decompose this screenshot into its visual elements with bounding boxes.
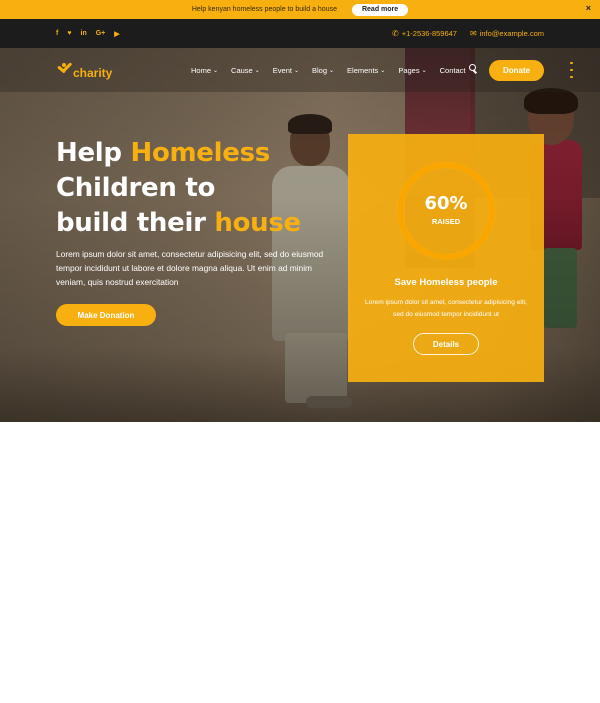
googleplus-icon[interactable]: G+ (96, 30, 106, 37)
chevron-down-icon: ⌄ (421, 67, 427, 74)
nav-item-label: Pages (398, 65, 420, 75)
logo-text: charity (73, 66, 113, 80)
nav-item-label: Blog (311, 65, 327, 75)
youtube-icon[interactable]: ▶ (114, 30, 119, 38)
logo[interactable]: charity (56, 60, 112, 80)
nav-menu: Home ⌄ Cause ⌄ Event ⌄ Blog ⌄ Elements ⌄… (191, 48, 479, 92)
details-button[interactable]: Details (413, 333, 479, 355)
nav-item-contact[interactable]: Contact (440, 66, 466, 75)
hero-description: Lorem ipsum dolor sit amet, consectetur … (56, 249, 324, 287)
read-more-button[interactable]: Read more (351, 3, 409, 16)
progress-label: RAISED (431, 217, 461, 226)
cause-description: Lorem ipsum dolor sit amet, consectetur … (365, 299, 527, 318)
nav-item-blog[interactable]: Blog ⌄ (312, 66, 334, 75)
nav-item-label: Cause (231, 65, 253, 75)
make-donation-button[interactable]: Make Donation (56, 304, 156, 326)
nav-item-label: Home (191, 65, 212, 75)
logo-icon (56, 62, 73, 77)
headline-line-2: Children to (56, 173, 216, 203)
chevron-down-icon: ⌄ (254, 67, 260, 74)
linkedin-icon[interactable]: in (81, 30, 87, 37)
nav-item-label: Elements (347, 65, 379, 75)
close-icon[interactable]: × (586, 3, 591, 13)
mail-icon: ✉ (469, 29, 477, 38)
nav-item-cause[interactable]: Cause ⌄ (231, 66, 260, 75)
email-text: info@example.com (479, 29, 544, 38)
search-icon[interactable] (469, 64, 478, 75)
chevron-down-icon: ⌄ (380, 67, 386, 74)
chevron-down-icon: ⌄ (293, 67, 299, 74)
contact-bar: f ♥ in G+ ▶ ✆ +1-2536-859647 ✉ info@exam… (0, 19, 600, 48)
nav-item-label: Contact (439, 65, 466, 75)
social-links: f ♥ in G+ ▶ (56, 19, 120, 48)
headline-line-1: Help Homeless (56, 138, 270, 168)
progress-ring: 60% RAISED (395, 160, 497, 262)
more-menu-icon[interactable] (570, 62, 573, 78)
cause-card: 60% RAISED Save Homeless people Lorem ip… (348, 134, 544, 382)
contact-info: ✆ +1-2536-859647 ✉ info@example.com (392, 19, 544, 48)
phone-icon: ✆ (392, 29, 399, 38)
hero-headline: Help Homeless Children to build their ho… (56, 136, 346, 241)
phone-text: +1-2536-859647 (401, 29, 457, 38)
announcement-bar: Help kenyan homeless people to build a h… (0, 0, 600, 19)
cause-title: Save Homeless people (394, 277, 498, 288)
main-nav: charity Home ⌄ Cause ⌄ Event ⌄ Blog ⌄ El… (0, 48, 600, 92)
email-link[interactable]: ✉ info@example.com (470, 29, 544, 38)
chevron-down-icon: ⌄ (329, 67, 335, 74)
headline-line-3: build their house (56, 208, 301, 238)
nav-item-pages[interactable]: Pages ⌄ (398, 66, 426, 75)
nav-item-label: Event (272, 65, 292, 75)
facebook-icon[interactable]: f (56, 30, 58, 37)
chevron-down-icon: ⌄ (213, 67, 219, 74)
nav-item-home[interactable]: Home ⌄ (191, 66, 218, 75)
nav-item-elements[interactable]: Elements ⌄ (347, 66, 385, 75)
progress-percent: 60% (424, 193, 468, 214)
nav-item-event[interactable]: Event ⌄ (273, 66, 299, 75)
announcement-text: Help kenyan homeless people to build a h… (191, 6, 337, 13)
donate-button[interactable]: Donate (489, 60, 544, 81)
twitter-icon[interactable]: ♥ (67, 30, 71, 37)
phone-link[interactable]: ✆ +1-2536-859647 (392, 29, 457, 38)
